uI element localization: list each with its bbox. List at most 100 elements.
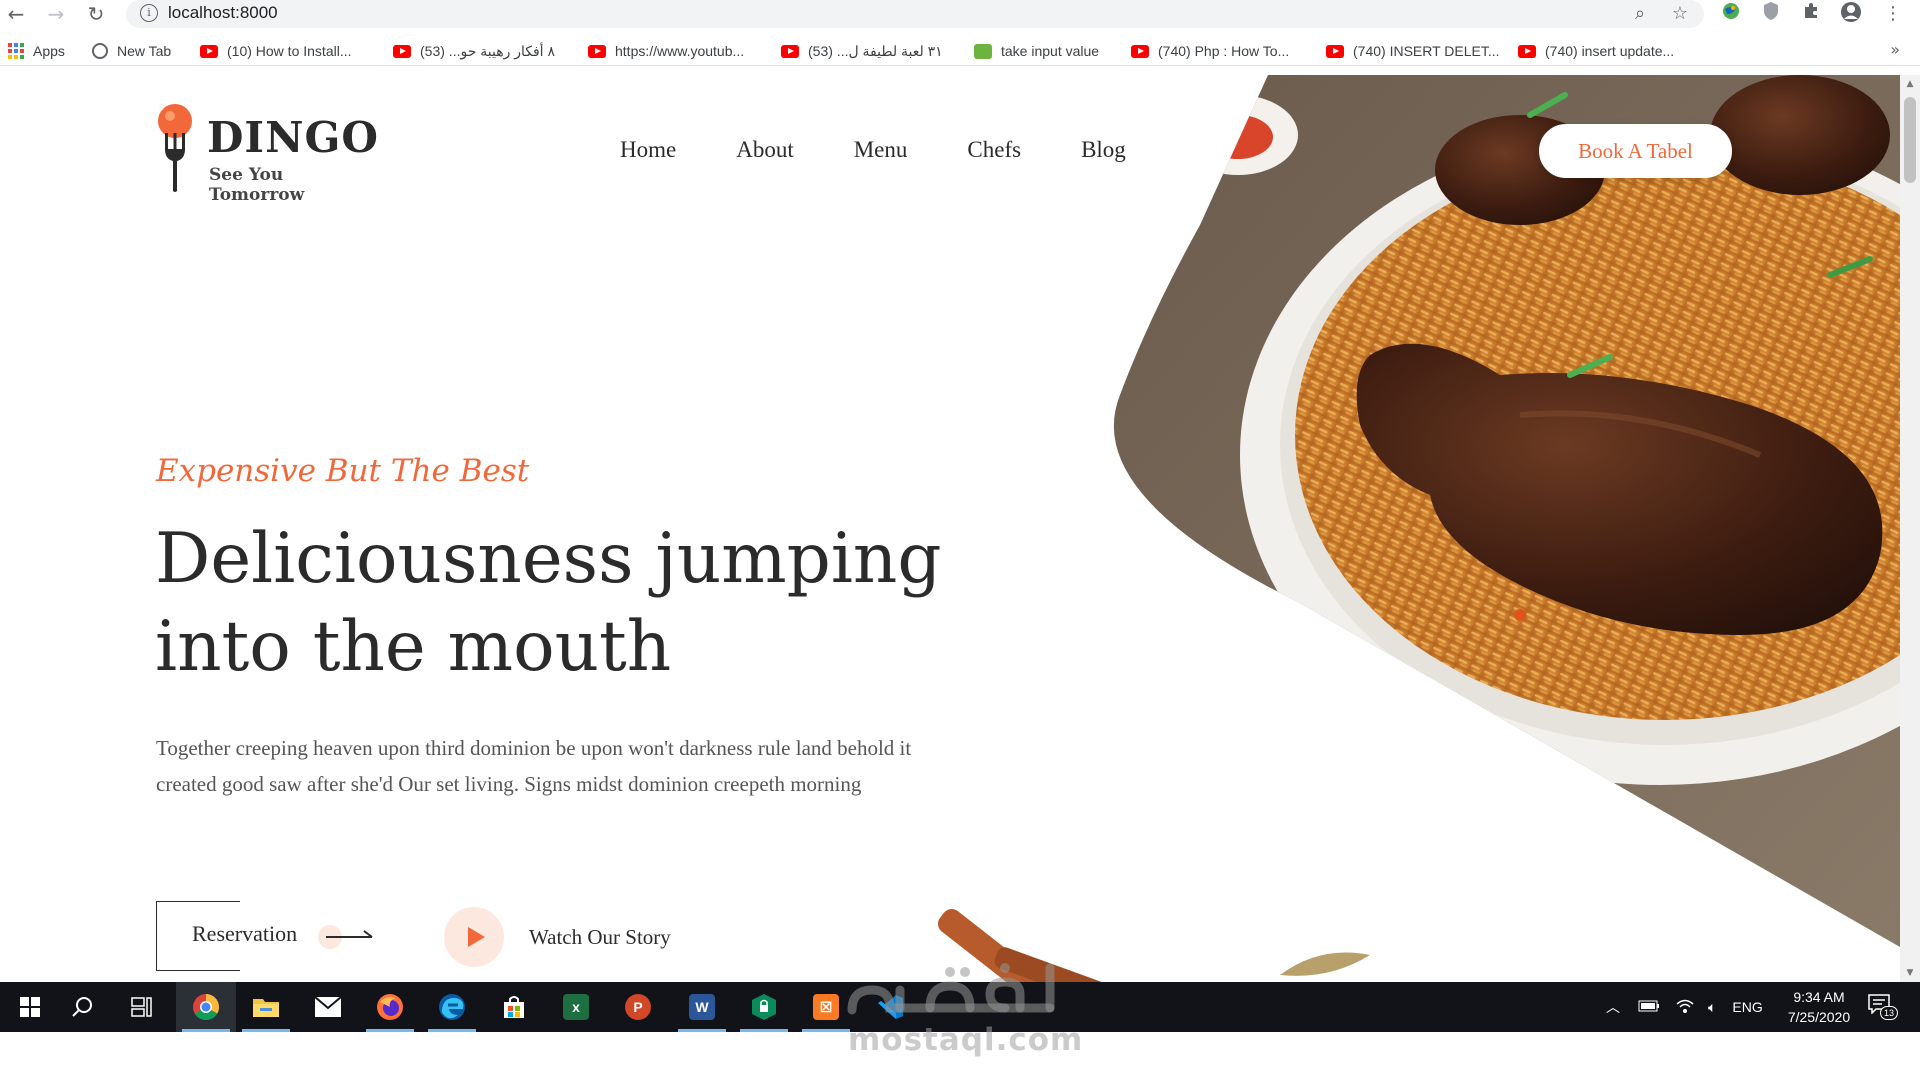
bookmark-label: (740) INSERT DELET... <box>1353 43 1500 59</box>
nav-home[interactable]: Home <box>620 137 676 167</box>
youtube-icon <box>588 44 606 58</box>
bookmark-arabic-games[interactable]: ٣١ لعبة لطيفة ل... (53) <box>781 41 943 61</box>
address-bar[interactable]: i localhost:8000 ⌕ ☆ <box>126 0 1704 28</box>
hero-description: Together creeping heaven upon third domi… <box>156 736 912 796</box>
bookmark-arabic-ideas[interactable]: ٨ أفكار رهيبة حو... (53) <box>393 41 555 61</box>
chrome-icon[interactable] <box>176 982 236 1032</box>
bookmarks-overflow-icon[interactable]: » <box>1890 40 1900 59</box>
page-viewport: DINGO See You Tomorrow Home About Menu C… <box>0 75 1900 982</box>
browser-menu-icon[interactable]: ⋮ <box>1880 1 1906 27</box>
youtube-icon <box>781 44 799 58</box>
site-logo[interactable]: DINGO See You Tomorrow <box>153 103 383 205</box>
bookmark-new-tab[interactable]: New Tab <box>92 41 171 61</box>
bookmark-label: Apps <box>33 43 65 59</box>
globe-icon <box>92 43 108 59</box>
nav-about[interactable]: About <box>736 137 794 167</box>
action-center-icon[interactable]: 13 <box>1868 994 1898 1020</box>
youtube-icon <box>200 44 218 58</box>
nav-chefs[interactable]: Chefs <box>967 137 1021 167</box>
language-indicator[interactable]: ENG <box>1732 999 1762 1015</box>
bookmark-label: (740) Php : How To... <box>1158 43 1290 59</box>
scroll-thumb[interactable] <box>1904 97 1916 183</box>
volume-icon[interactable]: 🔈︎ <box>1708 999 1716 1016</box>
store-icon[interactable] <box>484 982 544 1032</box>
nav-menu[interactable]: Menu <box>854 137 908 167</box>
arrow-right-icon <box>318 925 373 949</box>
fork-logo-icon <box>158 104 192 192</box>
bookmark-take-input[interactable]: take input value <box>974 41 1099 61</box>
system-tray: ︿ 🔈︎ ENG <box>1606 982 1763 1032</box>
task-view-icon[interactable] <box>112 982 172 1032</box>
bookmark-insert-update[interactable]: (740) insert update... <box>1518 41 1674 61</box>
nav-blog[interactable]: Blog <box>1081 137 1126 167</box>
battery-icon[interactable] <box>1638 999 1660 1015</box>
puzzle-extensions-icon[interactable] <box>1798 1 1824 27</box>
excel-icon[interactable]: x <box>546 982 606 1032</box>
hero-title-line-2: into the mouth <box>155 607 672 687</box>
scroll-down-icon[interactable]: ▼ <box>1904 968 1916 978</box>
logo-title: DINGO <box>207 113 379 162</box>
reservation-button[interactable]: Reservation <box>156 901 386 971</box>
forward-arrow-icon[interactable]: → <box>44 2 68 26</box>
bookmarks-bar: Apps New Tab (10) How to Install... ٨ أف… <box>0 36 1920 66</box>
bookmark-star-icon[interactable]: ☆ <box>1668 2 1692 26</box>
screenshot-margin <box>0 1032 1920 1080</box>
youtube-icon <box>1326 44 1344 58</box>
firefox-icon[interactable] <box>360 982 420 1032</box>
main-navigation: Home About Menu Chefs Blog <box>620 137 1126 167</box>
code-icon <box>974 43 992 59</box>
bookmark-label: (10) How to Install... <box>227 43 352 59</box>
book-table-button[interactable]: Book A Tabel <box>1539 124 1732 178</box>
bookmark-youtube-url[interactable]: https://www.youtub... <box>588 41 744 61</box>
extension-globe-icon[interactable] <box>1718 1 1744 27</box>
bookmark-php-how-to[interactable]: (740) Php : How To... <box>1131 41 1289 61</box>
youtube-icon <box>393 44 411 58</box>
watch-story-label: Watch Our Story <box>529 924 671 949</box>
bookmark-label: New Tab <box>117 43 172 59</box>
youtube-icon <box>1518 44 1536 58</box>
bookmark-label: (740) insert update... <box>1545 43 1675 59</box>
hero-tagline: Expensive But The Best <box>156 453 530 489</box>
system-clock[interactable]: 9:34 AM 7/25/2020 <box>1774 987 1864 1027</box>
tray-overflow-chevron-icon[interactable]: ︿ <box>1606 997 1620 1017</box>
clock-date: 7/25/2020 <box>1787 1009 1851 1025</box>
hero-title-line-1: Deliciousness jumping <box>155 519 942 599</box>
file-explorer-icon[interactable] <box>236 982 296 1032</box>
vscode-icon[interactable] <box>860 982 920 1032</box>
edge-icon[interactable] <box>422 982 482 1032</box>
watch-story-button[interactable]: Watch Our Story <box>444 907 671 967</box>
bookmark-label: https://www.youtub... <box>615 43 745 59</box>
bookmark-label: take input value <box>1001 43 1100 59</box>
site-info-icon[interactable]: i <box>140 4 158 22</box>
logo-tagline: See You Tomorrow <box>209 165 305 205</box>
reload-icon[interactable]: ↻ <box>84 2 108 26</box>
back-arrow-icon[interactable]: ← <box>4 2 28 26</box>
scroll-up-icon[interactable]: ▲ <box>1904 79 1916 89</box>
bookmark-label: ٨ أفكار رهيبة حو... (53) <box>420 42 555 59</box>
windows-taskbar: x P W ☒ ︿ 🔈︎ ENG 9:34 AM 7/25/2020 13 <box>0 982 1920 1032</box>
profile-avatar-icon[interactable] <box>1838 1 1864 27</box>
bookmark-apps[interactable]: Apps <box>8 41 65 61</box>
security-app-icon[interactable] <box>734 982 794 1032</box>
search-icon[interactable] <box>52 982 112 1032</box>
clock-time: 9:34 AM <box>1793 989 1845 1005</box>
page-scrollbar[interactable]: ▲ ▼ <box>1900 75 1920 982</box>
youtube-icon <box>1131 44 1149 58</box>
word-icon[interactable]: W <box>672 982 732 1032</box>
play-icon <box>444 907 504 967</box>
url-text[interactable]: localhost:8000 <box>168 3 278 23</box>
bookmark-insert-delete[interactable]: (740) INSERT DELET... <box>1326 41 1500 61</box>
apps-grid-icon <box>8 43 24 59</box>
shield-extension-icon[interactable] <box>1758 1 1784 27</box>
powerpoint-icon[interactable]: P <box>608 982 668 1032</box>
notification-count: 13 <box>1880 1006 1898 1020</box>
hero-title: Deliciousness jumping into the mouth <box>155 515 955 691</box>
bookmark-label: ٣١ لعبة لطيفة ل... (53) <box>808 42 943 59</box>
xampp-icon[interactable]: ☒ <box>796 982 856 1032</box>
browser-toolbar: ← → ↻ i localhost:8000 ⌕ ☆ ⋮ <box>0 0 1920 30</box>
mail-icon[interactable] <box>298 982 358 1032</box>
wifi-icon[interactable] <box>1676 998 1694 1017</box>
bookmark-how-to-install[interactable]: (10) How to Install... <box>200 41 352 61</box>
windows-start-icon[interactable] <box>0 982 60 1032</box>
zoom-icon[interactable]: ⌕ <box>1628 2 1652 26</box>
